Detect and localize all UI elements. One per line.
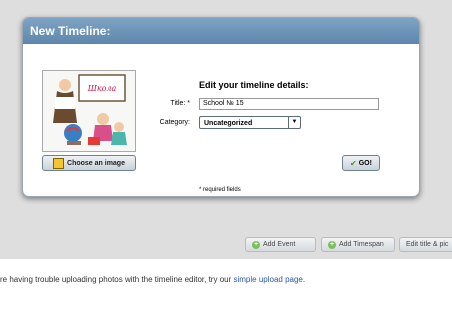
checkmark-icon: ✔: [350, 158, 357, 168]
footer: [0, 259, 452, 316]
title-input[interactable]: School № 15: [199, 98, 379, 110]
category-value: Uncategorized: [204, 120, 253, 127]
plus-icon: +: [328, 240, 336, 249]
add-timespan-label: Add Timespan: [339, 241, 384, 248]
new-timeline-dialog: New Timeline: Школа Choose an image Edit…: [22, 17, 420, 197]
choose-image-label: Choose an image: [67, 159, 125, 167]
go-label: GO!: [358, 159, 372, 167]
board-text: Школа: [87, 84, 117, 93]
title-label: Title: *: [170, 100, 190, 107]
image-edit-icon: [53, 157, 65, 169]
edit-title-label: Edit title & pic: [406, 241, 449, 248]
edit-title-button[interactable]: Edit title & pic: [399, 237, 452, 252]
footer-text: re having trouble uploading photos with …: [0, 275, 305, 284]
required-fields-note: * required fields: [199, 187, 241, 193]
simple-upload-link[interactable]: simple upload page: [233, 275, 302, 284]
category-label: Category:: [159, 119, 190, 126]
add-event-label: Add Event: [263, 241, 296, 248]
form-heading: Edit your timeline details:: [199, 80, 309, 90]
footer-message: re having trouble uploading photos with …: [0, 275, 234, 284]
go-button[interactable]: ✔ GO!: [342, 155, 380, 171]
page: New Timeline: Школа Choose an image Edit…: [0, 0, 452, 316]
plus-icon: +: [252, 240, 260, 249]
school-illustration: Школа: [43, 71, 135, 151]
timeline-thumbnail: Школа: [42, 70, 136, 152]
footer-period: .: [302, 275, 306, 284]
choose-image-button[interactable]: Choose an image: [42, 155, 136, 171]
dialog-title: New Timeline:: [23, 18, 419, 44]
add-timespan-button[interactable]: + Add Timespan: [321, 237, 395, 252]
category-select[interactable]: Uncategorized ▼: [199, 116, 301, 129]
add-event-button[interactable]: + Add Event: [245, 237, 316, 252]
dropdown-arrow-icon[interactable]: ▼: [288, 117, 300, 128]
